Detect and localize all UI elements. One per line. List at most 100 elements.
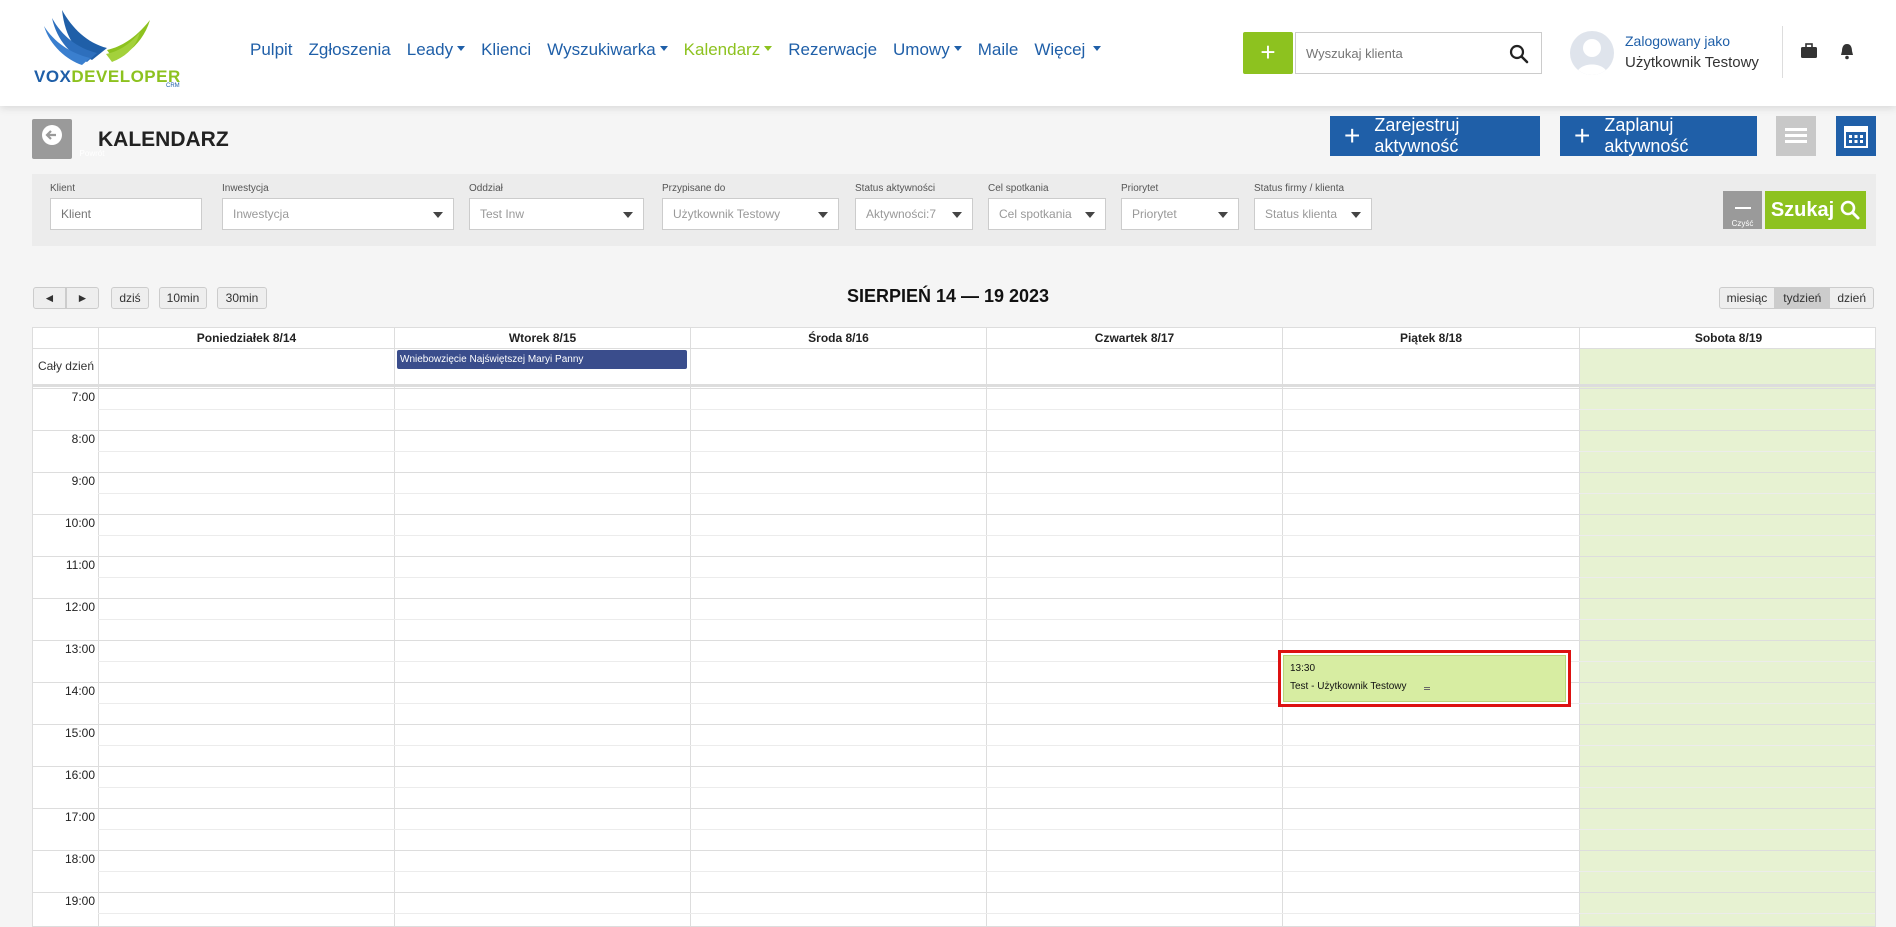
hour-label: 10:00 [64, 516, 95, 530]
status-firmy-select[interactable]: Status klienta [1254, 198, 1372, 230]
nav-zgloszenia[interactable]: Zgłoszenia [309, 40, 391, 60]
hour-line [33, 766, 1875, 767]
nav-wyszukiwarka[interactable]: Wyszukiwarka [547, 40, 668, 60]
allday-event[interactable]: Wniebowzięcie Najświętszej Maryi Panny [397, 350, 687, 369]
half-hour-line [98, 493, 1875, 494]
event-highlight: 13:30 Test - Użytkownik Testowy [1278, 650, 1571, 707]
plus-icon: + [1344, 120, 1361, 151]
nav-leady[interactable]: Leady [407, 40, 466, 60]
hour-label: 15:00 [64, 726, 95, 740]
minus-icon [1734, 207, 1751, 209]
half-hour-line [98, 451, 1875, 452]
filter-oddzial: Oddział Test Inw [469, 183, 644, 230]
client-search-input[interactable] [1296, 33, 1496, 73]
event-title: Test - Użytkownik Testowy [1290, 681, 1407, 692]
hour-label: 8:00 [71, 432, 95, 446]
arrow-left-icon [42, 125, 62, 145]
oddzial-select[interactable]: Test Inw [469, 198, 644, 230]
user-avatar[interactable] [1570, 31, 1614, 75]
plan-activity-button[interactable]: + Zaplanuj aktywność [1560, 115, 1757, 156]
hour-line [33, 514, 1875, 515]
filter-status-firmy: Status firmy / klienta Status klienta [1254, 183, 1372, 230]
search-icon[interactable] [1509, 44, 1529, 64]
hour-line [33, 598, 1875, 599]
day-header: Piątek 8/18 [1282, 328, 1579, 348]
header-divider [1782, 26, 1783, 78]
calendar-event[interactable]: 13:30 Test - Użytkownik Testowy [1283, 655, 1566, 702]
half-hour-line [98, 829, 1875, 830]
client-search [1295, 32, 1542, 74]
user-name[interactable]: Użytkownik Testowy [1625, 54, 1759, 71]
nav-wiecej[interactable]: Więcej [1034, 40, 1102, 60]
nav-kalendarz[interactable]: Kalendarz [684, 40, 773, 60]
chevron-down-icon [818, 212, 828, 218]
search-button[interactable]: Szukaj [1765, 191, 1866, 229]
grid-line [1282, 328, 1283, 926]
filters-panel: Klient Inwestycja Inwestycja Oddział Tes… [32, 174, 1876, 246]
hour-label: 13:00 [64, 642, 95, 656]
view-month-button[interactable]: miesiąc [1718, 287, 1776, 309]
nav-klienci[interactable]: Klienci [481, 40, 531, 60]
half-hour-line [98, 619, 1875, 620]
weekend-highlight [1579, 348, 1875, 926]
nav-rezerwacje[interactable]: Rezerwacje [788, 40, 877, 60]
list-icon [1785, 128, 1807, 143]
half-hour-line [98, 409, 1875, 410]
bell-icon[interactable] [1838, 42, 1856, 60]
nav-umowy[interactable]: Umowy [893, 40, 962, 60]
caret-down-icon [764, 46, 773, 52]
caret-down-icon [659, 46, 668, 52]
register-activity-button[interactable]: + Zarejestruj aktywność [1330, 115, 1540, 156]
filter-status-aktywnosci: Status aktywności Aktywności:7 [855, 183, 973, 230]
day-header: Środa 8/16 [690, 328, 986, 348]
hour-label: 18:00 [64, 852, 95, 866]
view-day-button[interactable]: dzień [1829, 287, 1874, 309]
half-hour-line [98, 703, 1875, 704]
briefcase-icon[interactable] [1800, 42, 1818, 60]
hour-label: 16:00 [64, 768, 95, 782]
klient-input[interactable] [50, 198, 202, 230]
allday-label: Cały dzień [37, 359, 94, 373]
status-aktywnosci-select[interactable]: Aktywności:7 [855, 198, 973, 230]
cel-spotkania-select[interactable]: Cel spotkania [988, 198, 1106, 230]
hour-line [33, 430, 1875, 431]
main-nav: Pulpit Zgłoszenia Leady Klienci Wyszukiw… [250, 40, 1117, 60]
back-button[interactable]: Powrót [32, 119, 104, 159]
priorytet-select[interactable]: Priorytet [1121, 198, 1239, 230]
half-hour-line [98, 871, 1875, 872]
nav-maile[interactable]: Maile [978, 40, 1019, 60]
resize-handle-icon[interactable] [1424, 687, 1430, 690]
chevron-down-icon [1218, 212, 1228, 218]
logo-text: VOXDEVELOPER [34, 67, 181, 86]
plus-icon: + [1574, 120, 1591, 151]
day-header: Poniedziałek 8/14 [98, 328, 394, 348]
caret-down-icon [457, 46, 466, 52]
hour-label: 11:00 [65, 558, 95, 572]
przypisane-select[interactable]: Użytkownik Testowy [662, 198, 839, 230]
hour-label: 14:00 [64, 684, 95, 698]
half-hour-line [98, 787, 1875, 788]
grid-line [690, 328, 691, 926]
day-header: Sobota 8/19 [1579, 328, 1875, 348]
half-hour-line [98, 745, 1875, 746]
view-week-button[interactable]: tydzień [1775, 287, 1830, 309]
clear-filters-button[interactable]: Czyść [1723, 191, 1762, 229]
day-header: Wtorek 8/15 [394, 328, 690, 348]
caret-down-icon [953, 46, 962, 52]
inwestycja-select[interactable]: Inwestycja [222, 198, 454, 230]
chevron-down-icon [623, 212, 633, 218]
logo-crm: CRM [166, 83, 180, 89]
allday-separator [33, 384, 1875, 387]
user-silhouette-icon [1576, 39, 1608, 75]
calendar-view-button[interactable] [1836, 116, 1876, 156]
grid-line [986, 328, 987, 926]
half-hour-line [98, 913, 1875, 914]
hour-label: 7:00 [71, 390, 95, 404]
hour-line [33, 640, 1875, 641]
half-hour-line [98, 577, 1875, 578]
logo-wings-icon [44, 10, 150, 65]
list-view-button[interactable] [1776, 116, 1816, 156]
nav-pulpit[interactable]: Pulpit [250, 40, 293, 60]
hour-line [33, 388, 1875, 389]
quick-add-button[interactable]: + [1243, 32, 1293, 74]
